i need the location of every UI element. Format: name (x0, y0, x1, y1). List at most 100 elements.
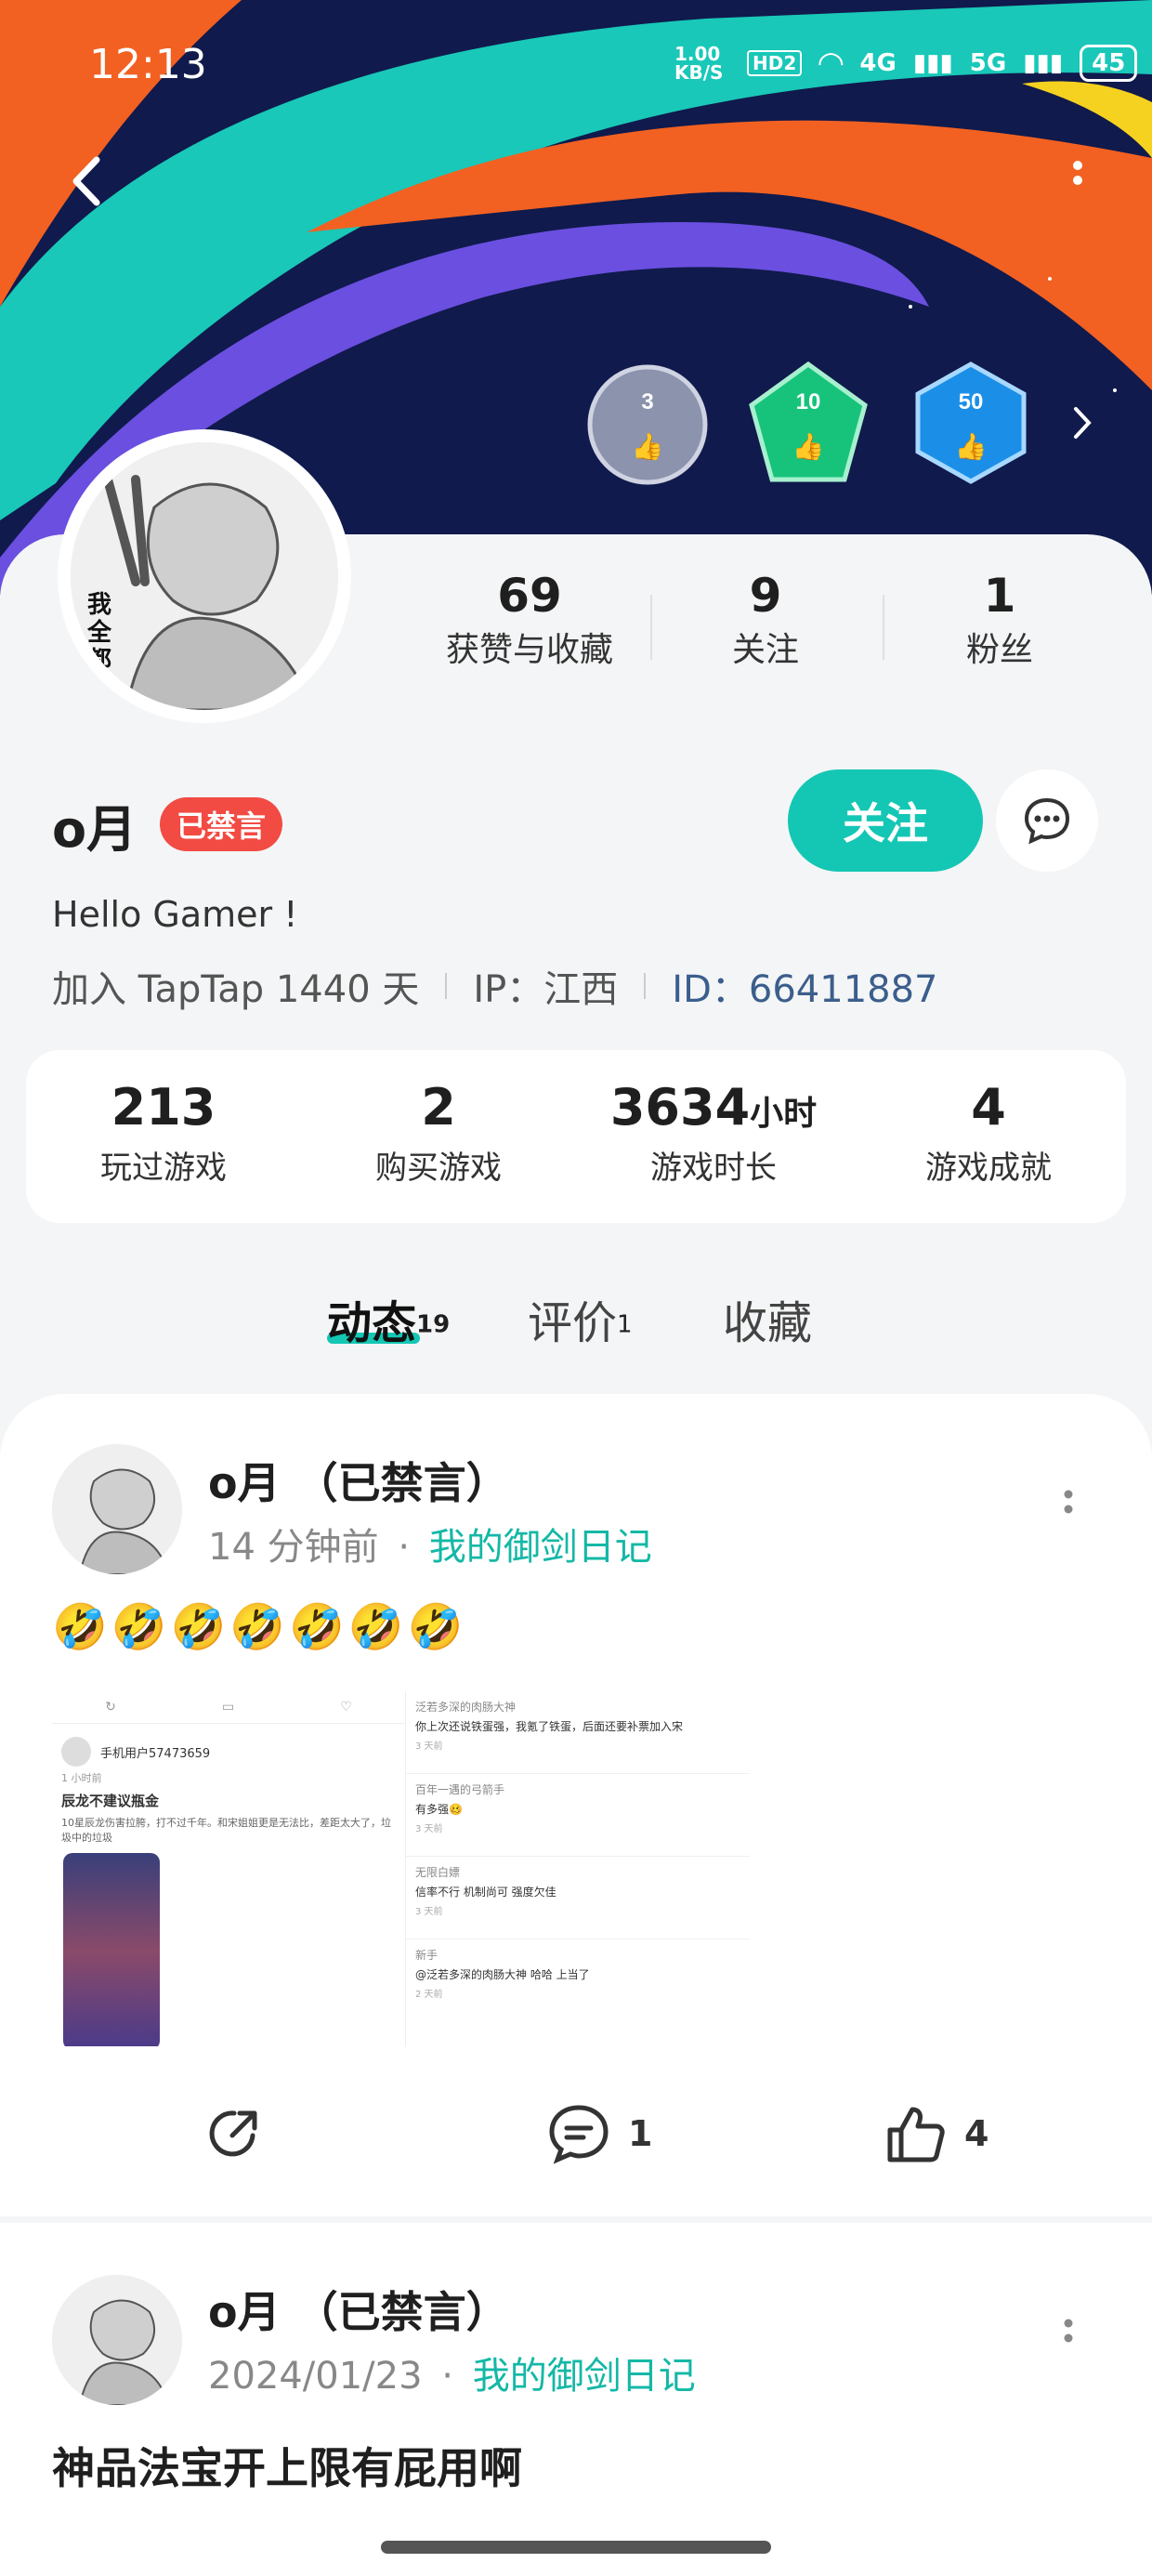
thumbs-badge-icon: 10 👍 (749, 361, 868, 482)
stat-label: 粉丝 (965, 631, 1033, 669)
post-time: 14 分钟前 (208, 1526, 379, 1569)
mini-game-image (63, 1853, 160, 2046)
post-meta: 14 分钟前 · 我的御剑日记 (208, 1517, 652, 1571)
stat-likes[interactable]: 69 获赞与收藏 (437, 569, 622, 671)
mini-comment-user: 百年一遇的弓箭手 (415, 1783, 505, 1796)
avatar-text: 我全都 (87, 591, 112, 675)
joined-text: 加入 TapTap 1440 天 (52, 968, 420, 1011)
stat-following[interactable]: 9 关注 (673, 569, 858, 671)
post-more-button[interactable] (1057, 2316, 1080, 2357)
badge-num: 50 (959, 389, 984, 414)
user-id[interactable]: ID：66411887 (672, 959, 937, 1013)
mini-comment-time: 3 天前 (415, 1907, 443, 1917)
net-speed: 1.00 KB/S (674, 43, 724, 84)
tab-label: 收藏 (723, 1297, 813, 1349)
stat-label: 关注 (731, 631, 799, 669)
tab-posts[interactable]: 动态19 (327, 1286, 451, 1349)
comment-icon: ▭ (221, 1700, 235, 1715)
mini-comment: 新手 @泛若多深的肉肠大神 哈哈 上当了 2 天前 (406, 1939, 750, 2021)
thumbs-badge-icon: 50 👍 (915, 361, 1027, 484)
stat-achievements[interactable]: 4 游戏成就 (851, 1078, 1126, 1188)
badge-50[interactable]: 50 👍 (909, 361, 1033, 489)
post-image-right[interactable]: 泛若多深的肉肠大神 你上次还说铁蛋强，我氪了铁蛋，后面还要补票加入宋 3 天前 … (405, 1691, 750, 2046)
badge-3[interactable]: 3 👍 (585, 362, 710, 491)
tab-count: 19 (416, 1310, 451, 1339)
stat-play-time[interactable]: 3634小时 游戏时长 (576, 1078, 851, 1188)
mini-comment-user: 新手 (415, 1949, 439, 1962)
divider (445, 973, 448, 999)
thumbs-badge-icon: 3 👍 (587, 364, 708, 485)
banned-badge: 已禁言 (160, 797, 283, 851)
mini-title: 辰龙不建议瓶金 (61, 1793, 160, 1809)
stat-followers[interactable]: 1 粉丝 (907, 569, 1093, 671)
post-meta: 2024/01/23 · 我的御剑日记 (208, 2346, 696, 2399)
divider (650, 595, 652, 660)
mini-comment-time: 3 天前 (415, 1741, 443, 1752)
svg-text:👍: 👍 (632, 431, 664, 462)
like-count: 4 (964, 2113, 989, 2154)
chevron-right-icon (1074, 407, 1092, 439)
mini-user-row: 手机用户57473659 (52, 1724, 405, 1770)
post-card[interactable]: o月 （已禁言） 14 分钟前 · 我的御剑日记 🤣🤣🤣🤣🤣🤣🤣 ↻ ▭ ♡ 手机用… (0, 1394, 1152, 2216)
badges-more-button[interactable] (1068, 401, 1096, 448)
stat-value: 1 (983, 569, 1016, 623)
mini-comment-time: 2 天前 (415, 1990, 443, 2000)
tab-label: 动态 (327, 1297, 417, 1349)
post-topic[interactable]: 我的御剑日记 (429, 1526, 652, 1569)
follow-button[interactable]: 关注 (788, 769, 983, 872)
mini-comment-text: 信率不行 机制尚可 强度欠佳 (415, 1886, 556, 1899)
back-button[interactable] (56, 149, 121, 214)
tab-label: 评价 (528, 1297, 618, 1349)
home-indicator[interactable] (381, 2541, 771, 2554)
post-card[interactable]: o月 （已禁言） 2024/01/23 · 我的御剑日记 神品法宝开上限有屁用啊 (0, 2223, 1152, 2576)
post-image-left[interactable]: ↻ ▭ ♡ 手机用户57473659 1 小时前 辰龙不建议瓶金 10星辰龙伤害拉胯… (52, 1691, 405, 2046)
badge-num: 3 (641, 389, 653, 414)
chevron-left-icon (72, 156, 100, 206)
badge-10[interactable]: 10 👍 (746, 361, 871, 489)
chat-bubble-icon (1024, 797, 1070, 845)
meta-separator: · (441, 2355, 453, 2398)
message-button[interactable] (996, 769, 1098, 872)
meta-separator: · (398, 1526, 411, 1569)
post-title: 神品法宝开上限有屁用啊 (52, 2443, 522, 2493)
post-author[interactable]: o月 （已禁言） (208, 1450, 509, 1511)
mini-comment: 百年一遇的弓箭手 有多强🥴 3 天前 (406, 1774, 750, 1857)
stat-played-games[interactable]: 213 玩过游戏 (26, 1078, 301, 1188)
profile-info-row: 加入 TapTap 1440 天 IP：江西 ID：66411887 (52, 959, 938, 1013)
stat-value: 2 (421, 1078, 456, 1137)
post-avatar[interactable] (52, 1444, 182, 1574)
divider (883, 595, 884, 660)
post-author[interactable]: o月 （已禁言） (208, 2279, 509, 2340)
stat-purchased-games[interactable]: 2 购买游戏 (301, 1078, 576, 1188)
mini-user: 手机用户57473659 (100, 1746, 211, 1761)
mini-time: 1 小时前 (61, 1772, 102, 1784)
share-button[interactable] (203, 2102, 266, 2165)
mini-comment-user: 无限白嫖 (415, 1866, 461, 1879)
more-vertical-icon (1064, 1490, 1073, 1514)
post-avatar[interactable] (52, 2275, 182, 2405)
avatar-illustration (52, 1444, 182, 1574)
stat-value: 9 (749, 569, 782, 623)
profile-name: o月 (52, 800, 137, 859)
tab-reviews[interactable]: 评价1 (528, 1286, 633, 1351)
like-button[interactable]: 4 (883, 2102, 988, 2165)
hd-indicator: HD2 (747, 50, 803, 76)
stat-label: 游戏时长 (650, 1150, 777, 1187)
svg-text:👍: 👍 (955, 431, 988, 462)
thumbs-up-icon (887, 2107, 945, 2162)
post-more-button[interactable] (1057, 1487, 1080, 1528)
tab-favorites[interactable]: 收藏 (723, 1286, 812, 1351)
post-topic[interactable]: 我的御剑日记 (473, 2355, 696, 2398)
comment-button[interactable]: 1 (546, 2102, 652, 2165)
stat-value: 69 (497, 569, 562, 623)
mini-comment-time: 3 天前 (415, 1824, 443, 1834)
avatar[interactable]: 我全都 (71, 442, 338, 710)
more-button[interactable] (1059, 158, 1096, 204)
stat-value: 3634 (609, 1078, 751, 1137)
mini-comment: 泛若多深的肉肠大神 你上次还说铁蛋强，我氪了铁蛋，后面还要补票加入宋 3 天前 (406, 1691, 750, 1774)
mini-body: 10星辰龙伤害拉胯，打不过千年。和宋姐姐更是无法比，差距太大了，垃圾中的垃圾 (61, 1817, 391, 1844)
game-stats-card: 213 玩过游戏 2 购买游戏 3634小时 游戏时长 4 游戏成就 (26, 1050, 1126, 1223)
wifi-icon: ◠ (818, 45, 844, 82)
comment-icon (549, 2105, 609, 2164)
stat-label: 获赞与收藏 (445, 631, 613, 669)
